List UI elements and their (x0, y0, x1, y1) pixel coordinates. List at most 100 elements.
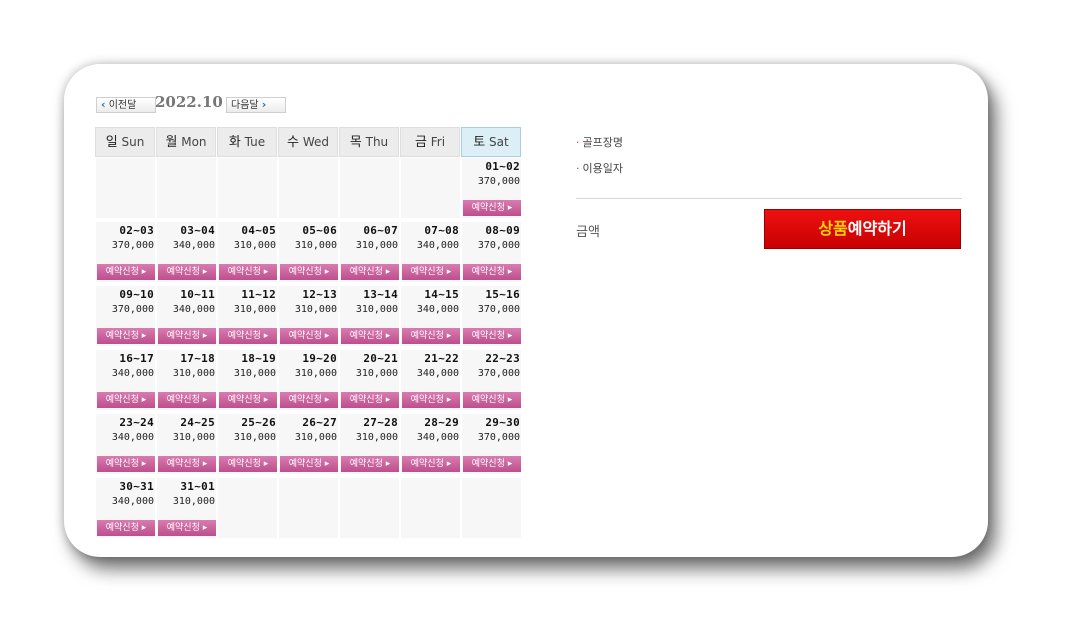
reserve-button[interactable]: 예약신청 ▸ (402, 456, 460, 472)
reserve-button[interactable]: 예약신청 ▸ (219, 456, 277, 472)
day-range: 31~01 (180, 480, 215, 493)
reserve-button-label: 예약신청 (471, 267, 505, 277)
reserve-button[interactable]: 예약신청 ▸ (463, 392, 521, 408)
day-price: 370,000 (477, 432, 520, 443)
reserve-button-label: 예약신청 (227, 395, 261, 405)
reserve-button-label: 예약신청 (105, 395, 139, 405)
day-header-sun: 일 Sun (95, 127, 155, 157)
day-cell: 26~27 310,000 예약신청 ▸ (279, 414, 338, 474)
reserve-button[interactable]: 예약신청 ▸ (341, 328, 399, 344)
day-price: 370,000 (477, 368, 520, 379)
bullet-icon: · (576, 136, 580, 149)
day-header-ko: 토 (473, 135, 486, 150)
day-header-en: Thu (365, 135, 389, 149)
reserve-button[interactable]: 예약신청 ▸ (341, 264, 399, 280)
book-product-button[interactable]: 상품예약하기 (764, 209, 961, 249)
reserve-button[interactable]: 예약신청 ▸ (402, 264, 460, 280)
day-cell: 05~06 310,000 예약신청 ▸ (279, 222, 338, 282)
reserve-button[interactable]: 예약신청 ▸ (97, 328, 155, 344)
arrow-right-icon: ▸ (382, 331, 391, 341)
day-price: 370,000 (111, 240, 154, 251)
day-header-en: Wed (302, 135, 329, 149)
reserve-button[interactable]: 예약신청 ▸ (158, 456, 216, 472)
reserve-button[interactable]: 예약신청 ▸ (463, 200, 521, 216)
reserve-button[interactable]: 예약신청 ▸ (97, 264, 155, 280)
reserve-button[interactable]: 예약신청 ▸ (402, 392, 460, 408)
day-cell: 06~07 310,000 예약신청 ▸ (340, 222, 399, 282)
arrow-right-icon: ▸ (443, 395, 452, 405)
reserve-button[interactable]: 예약신청 ▸ (219, 328, 277, 344)
reserve-button-label: 예약신청 (105, 267, 139, 277)
day-price: 310,000 (294, 304, 337, 315)
reserve-button-label: 예약신청 (105, 523, 139, 533)
day-range: 05~06 (302, 224, 337, 237)
current-month: 2022.10 (155, 93, 223, 111)
reserve-button[interactable]: 예약신청 ▸ (341, 392, 399, 408)
reserve-button[interactable]: 예약신청 ▸ (97, 520, 155, 536)
day-header-en: Fri (430, 135, 446, 149)
reserve-button-label: 예약신청 (471, 459, 505, 469)
reserve-button[interactable]: 예약신청 ▸ (158, 392, 216, 408)
reserve-button[interactable]: 예약신청 ▸ (402, 328, 460, 344)
arrow-right-icon: ▸ (504, 331, 513, 341)
reserve-button[interactable]: 예약신청 ▸ (158, 264, 216, 280)
day-price: 310,000 (233, 432, 276, 443)
next-month-button[interactable]: 다음달 › (226, 97, 286, 113)
reserve-button[interactable]: 예약신청 ▸ (97, 456, 155, 472)
day-range: 15~16 (485, 288, 520, 301)
day-price: 310,000 (172, 496, 215, 507)
bullet-icon: · (576, 162, 580, 175)
day-price: 310,000 (355, 240, 398, 251)
reserve-button[interactable]: 예약신청 ▸ (341, 456, 399, 472)
reserve-button[interactable]: 예약신청 ▸ (463, 328, 521, 344)
empty-day-cell (340, 478, 399, 538)
day-range: 24~25 (180, 416, 215, 429)
reserve-button[interactable]: 예약신청 ▸ (280, 392, 338, 408)
reserve-button[interactable]: 예약신청 ▸ (280, 456, 338, 472)
day-range: 22~23 (485, 352, 520, 365)
day-range: 26~27 (302, 416, 337, 429)
reserve-button[interactable]: 예약신청 ▸ (280, 264, 338, 280)
info-panel: · 골프장명 · 이용일자 (576, 134, 962, 186)
reserve-button[interactable]: 예약신청 ▸ (97, 392, 155, 408)
day-range: 14~15 (424, 288, 459, 301)
arrow-right-icon: ▸ (382, 267, 391, 277)
reserve-button-label: 예약신청 (166, 395, 200, 405)
reserve-button[interactable]: 예약신청 ▸ (219, 392, 277, 408)
day-range: 06~07 (363, 224, 398, 237)
day-price: 340,000 (416, 368, 459, 379)
reserve-button-label: 예약신청 (288, 331, 322, 341)
reserve-button-label: 예약신청 (166, 267, 200, 277)
reserve-button[interactable]: 예약신청 ▸ (280, 328, 338, 344)
reserve-button[interactable]: 예약신청 ▸ (463, 264, 521, 280)
prev-month-button[interactable]: ‹ 이전달 (96, 97, 156, 113)
day-price: 340,000 (111, 496, 154, 507)
day-range: 20~21 (363, 352, 398, 365)
day-cell: 31~01 310,000 예약신청 ▸ (157, 478, 216, 538)
day-cell: 20~21 310,000 예약신청 ▸ (340, 350, 399, 410)
day-cell: 30~31 340,000 예약신청 ▸ (96, 478, 155, 538)
arrow-right-icon: ▸ (138, 395, 147, 405)
day-price: 310,000 (294, 432, 337, 443)
day-header-thu: 목 Thu (339, 127, 399, 157)
reserve-button[interactable]: 예약신청 ▸ (463, 456, 521, 472)
day-cell: 12~13 310,000 예약신청 ▸ (279, 286, 338, 346)
reserve-button-label: 예약신청 (410, 395, 444, 405)
reserve-button-label: 예약신청 (471, 203, 505, 213)
reserve-button[interactable]: 예약신청 ▸ (219, 264, 277, 280)
book-button-text: 예약하기 (847, 219, 907, 238)
day-header-mon: 월 Mon (156, 127, 216, 157)
day-cell: 17~18 310,000 예약신청 ▸ (157, 350, 216, 410)
arrow-right-icon: ▸ (382, 459, 391, 469)
day-range: 21~22 (424, 352, 459, 365)
reserve-button[interactable]: 예약신청 ▸ (158, 328, 216, 344)
arrow-right-icon: ▸ (443, 331, 452, 341)
reserve-button-label: 예약신청 (288, 395, 322, 405)
empty-day-cell (462, 478, 521, 538)
day-cell: 04~05 310,000 예약신청 ▸ (218, 222, 277, 282)
reserve-button[interactable]: 예약신청 ▸ (158, 520, 216, 536)
day-price: 340,000 (416, 240, 459, 251)
day-cell: 19~20 310,000 예약신청 ▸ (279, 350, 338, 410)
reserve-button-label: 예약신청 (349, 395, 383, 405)
day-price: 340,000 (416, 304, 459, 315)
